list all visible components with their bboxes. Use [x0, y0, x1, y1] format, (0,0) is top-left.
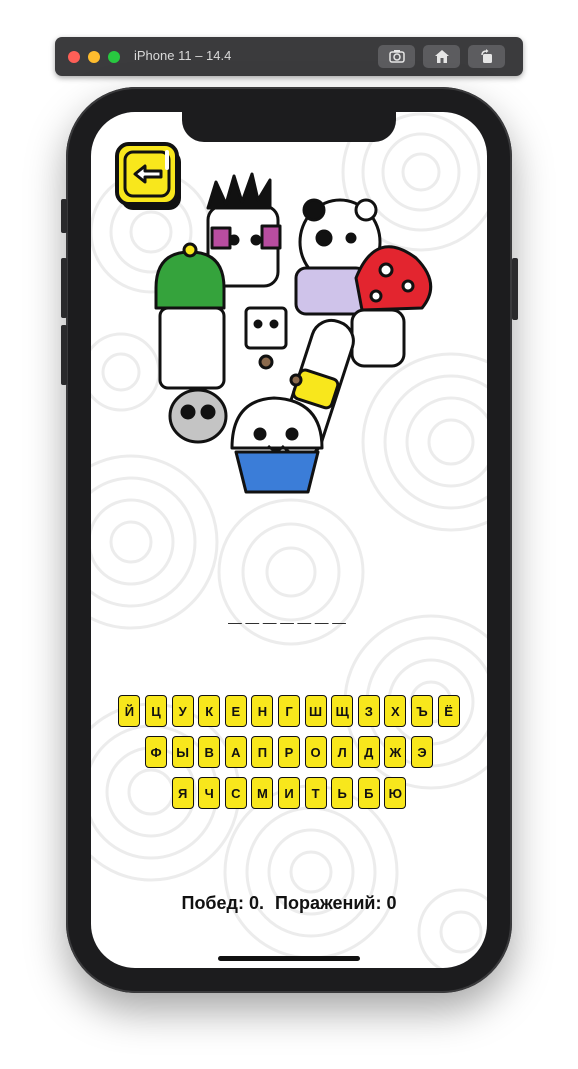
letter-key[interactable]: Й	[118, 695, 141, 727]
hidden-word: _______	[228, 600, 350, 627]
keyboard-row: Ф Ы В А П Р О Л Д Ж Э	[91, 736, 487, 768]
letter-key[interactable]: Д	[357, 736, 380, 768]
screenshot-icon	[388, 50, 405, 63]
letter-key[interactable]: Н	[251, 695, 274, 727]
letter-key[interactable]: Ы	[171, 736, 194, 768]
simulator-toolbar: iPhone 11 – 14.4	[55, 37, 523, 76]
letter-key[interactable]: И	[278, 777, 300, 809]
losses-count: Поражений: 0	[275, 893, 397, 913]
rotate-button[interactable]	[468, 45, 505, 68]
home-button[interactable]	[423, 45, 460, 68]
letter-key[interactable]: Т	[304, 777, 327, 809]
letter-key[interactable]: Г	[278, 695, 300, 727]
volume-up-button	[61, 258, 67, 318]
power-button	[512, 258, 518, 320]
letter-key[interactable]: В	[198, 736, 221, 768]
letter-key[interactable]: Ш	[304, 695, 327, 727]
letter-key[interactable]: Е	[224, 695, 247, 727]
letter-key[interactable]: Ъ	[410, 695, 433, 727]
letter-key[interactable]: Щ	[331, 695, 354, 727]
letter-key[interactable]: Л	[331, 736, 354, 768]
letter-key[interactable]: Я	[171, 777, 194, 809]
close-window-button[interactable]	[68, 51, 80, 63]
letter-key[interactable]: М	[251, 777, 274, 809]
letter-key[interactable]: Ж	[384, 736, 407, 768]
letter-key[interactable]: З	[357, 695, 380, 727]
letter-key[interactable]: Ю	[384, 777, 407, 809]
letter-key[interactable]: Ч	[198, 777, 221, 809]
monsters-illustration	[154, 172, 433, 494]
letter-key[interactable]: К	[198, 695, 221, 727]
mute-switch	[61, 199, 67, 233]
letter-key[interactable]: Ф	[145, 736, 168, 768]
letter-key[interactable]: С	[224, 777, 247, 809]
letter-key[interactable]: Ц	[145, 695, 168, 727]
keyboard-row: Я Ч С М И Т Ь Б Ю	[91, 777, 487, 809]
home-indicator[interactable]	[218, 956, 360, 961]
home-icon	[434, 50, 449, 63]
notch	[182, 112, 396, 142]
letter-key[interactable]: Р	[278, 736, 300, 768]
letter-key[interactable]: У	[171, 695, 194, 727]
simulator-title: iPhone 11 – 14.4	[134, 48, 232, 63]
volume-down-button	[61, 325, 67, 385]
letter-key[interactable]: Ь	[331, 777, 354, 809]
minimize-window-button[interactable]	[88, 51, 100, 63]
letter-key[interactable]: Х	[384, 695, 407, 727]
wins-count: Побед: 0.	[181, 893, 265, 913]
letter-key[interactable]: Э	[410, 736, 433, 768]
keyboard-row: Й Ц У К Е Н Г Ш Щ З Х Ъ Ё	[91, 695, 487, 727]
letter-key[interactable]: А	[224, 736, 247, 768]
letter-key[interactable]: Ё	[437, 695, 460, 727]
letter-key[interactable]: О	[304, 736, 327, 768]
app-screen: _______ Й Ц У К Е Н Г Ш Щ З Х Ъ Ё Ф Ы В …	[91, 112, 487, 968]
score-line: Побед: 0. Поражений: 0	[91, 893, 487, 914]
letter-key[interactable]: П	[251, 736, 274, 768]
zoom-window-button[interactable]	[108, 51, 120, 63]
letter-keyboard: Й Ц У К Е Н Г Ш Щ З Х Ъ Ё Ф Ы В А П Р О …	[91, 695, 487, 818]
rotate-icon	[480, 49, 492, 63]
screenshot-button[interactable]	[378, 45, 415, 68]
letter-key[interactable]: Б	[357, 777, 380, 809]
